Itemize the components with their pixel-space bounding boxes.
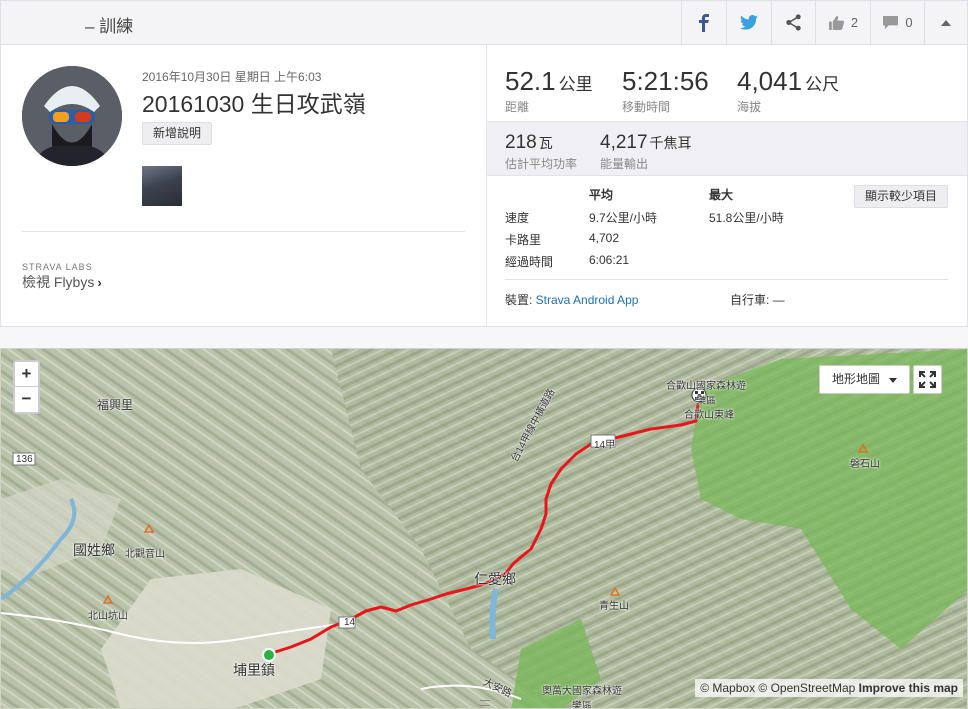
map-label: 青生山 xyxy=(599,601,629,612)
route-map[interactable]: 福興里 136 國姓鄉 北觀音山 北山坑山 埔里鎮 仁愛鄉 青生山 合歡山國家森… xyxy=(0,348,968,709)
divider xyxy=(505,279,948,280)
elevation-label: 海拔 xyxy=(737,100,762,114)
collapse-button[interactable] xyxy=(924,1,967,44)
share-button[interactable] xyxy=(771,1,815,44)
facebook-icon xyxy=(699,13,709,32)
device-label: 裝置: xyxy=(505,293,536,307)
avg-column-header: 平均 xyxy=(589,188,614,202)
elapsed-time-label: 經過時間 xyxy=(505,255,554,269)
comment-button[interactable]: 0 xyxy=(870,1,924,44)
elevation-unit: 公尺 xyxy=(805,75,840,94)
elevation-stat: 4,041 公尺 海拔 xyxy=(737,66,839,115)
activity-date: 2016年10月30日 星期日 上午6:03 xyxy=(142,70,322,84)
divider xyxy=(22,231,465,232)
share-icon xyxy=(786,14,801,31)
chevron-right-icon: › xyxy=(97,275,102,290)
avatar[interactable] xyxy=(22,66,122,166)
map-type-dropdown[interactable]: 地形地圖 xyxy=(819,365,910,394)
road-shield-label: 136 xyxy=(16,454,33,465)
attribution-text[interactable]: © Mapbox © OpenStreetMap xyxy=(700,681,855,695)
map-label: 北山坑山 xyxy=(88,611,128,622)
distance-value: 52.1 xyxy=(505,66,556,96)
elapsed-time-avg: 6:06:21 xyxy=(589,253,630,267)
fullscreen-button[interactable] xyxy=(913,365,942,394)
map-label: 埔里鎮 xyxy=(233,662,275,678)
map-label: 合歡山東峰 xyxy=(684,410,734,421)
flybys-link[interactable]: 檢視 Flybys › xyxy=(22,272,102,292)
secondary-stats: 218 瓦 估計平均功率 4,217 千焦耳 能量輸出 xyxy=(487,121,967,176)
strava-labs-tag: STRAVA LABS xyxy=(22,262,93,272)
flybys-label: 檢視 Flybys xyxy=(22,274,95,290)
facebook-share-button[interactable] xyxy=(681,1,726,44)
map-label: 國姓鄉 xyxy=(73,542,115,558)
power-value: 218 xyxy=(505,132,537,153)
distance-label: 距離 xyxy=(505,100,530,114)
map-label: 福興里 xyxy=(97,398,134,412)
activity-summary: 2016年10月30日 星期日 上午6:03 20161030 生日攻武嶺 新增… xyxy=(0,44,968,327)
calories-label: 卡路里 xyxy=(505,233,542,247)
kudos-button[interactable]: 2 xyxy=(815,1,870,44)
bike-info: 自行車: — xyxy=(730,293,785,307)
twitter-icon xyxy=(740,15,758,30)
road-shield-label: 14甲 xyxy=(594,440,616,451)
speed-label: 速度 xyxy=(505,211,530,225)
power-unit: 瓦 xyxy=(538,135,553,151)
activity-name: 20161030 生日攻武嶺 xyxy=(142,91,366,117)
terrain-map-canvas xyxy=(1,349,967,708)
vertical-divider xyxy=(486,45,487,326)
activity-header: – 訓練 2 0 xyxy=(0,0,968,45)
caret-down-icon xyxy=(889,378,897,383)
zoom-in-button[interactable]: + xyxy=(15,362,38,387)
map-attribution: © Mapbox © OpenStreetMap Improve this ma… xyxy=(695,679,963,697)
power-label: 估計平均功率 xyxy=(505,157,578,171)
power-stat: 218 瓦 估計平均功率 xyxy=(505,132,577,172)
energy-unit: 千焦耳 xyxy=(649,135,692,151)
header-actions: 2 0 xyxy=(681,1,967,44)
max-column-header: 最大 xyxy=(709,188,734,202)
distance-stat: 52.1 公里 距離 xyxy=(505,66,593,115)
fullscreen-icon xyxy=(919,371,936,388)
road-shield-label: 14 xyxy=(344,617,356,628)
device-link[interactable]: Strava Android App xyxy=(536,293,639,307)
resize-grip-icon[interactable] xyxy=(480,700,490,706)
elevation-value: 4,041 xyxy=(737,66,803,96)
map-label: 合歡山國家森林遊樂區 xyxy=(666,381,746,407)
comment-icon xyxy=(883,15,899,30)
twitter-share-button[interactable] xyxy=(726,1,771,44)
device-info: 裝置: Strava Android App xyxy=(505,291,638,308)
speed-max: 51.8公里/小時 xyxy=(709,211,784,225)
energy-stat: 4,217 千焦耳 能量輸出 xyxy=(600,132,692,172)
collapse-up-icon xyxy=(941,20,951,26)
moving-time-value: 5:21:56 xyxy=(622,66,709,96)
energy-value: 4,217 xyxy=(600,132,648,153)
moving-time-label: 移動時間 xyxy=(622,100,671,114)
kudos-count: 2 xyxy=(850,15,859,30)
comment-count: 0 xyxy=(905,15,913,30)
activity-type-title: – 訓練 xyxy=(85,17,134,36)
map-label: 磐石山 xyxy=(850,459,880,470)
thumbs-up-icon xyxy=(828,15,844,30)
distance-unit: 公里 xyxy=(558,75,593,94)
energy-label: 能量輸出 xyxy=(600,157,649,171)
improve-map-link[interactable]: Improve this map xyxy=(859,681,958,695)
map-label: 奧萬大國家森林遊樂區 xyxy=(542,686,622,709)
show-less-button[interactable]: 顯示較少項目 xyxy=(854,185,949,208)
speed-avg: 9.7公里/小時 xyxy=(589,211,658,225)
calories-avg: 4,702 xyxy=(589,231,620,245)
map-label: 北觀音山 xyxy=(125,549,165,560)
add-description-button[interactable]: 新增說明 xyxy=(142,122,213,145)
activity-photo-thumbnail[interactable] xyxy=(142,166,182,206)
map-type-label: 地形地圖 xyxy=(832,372,881,386)
map-label: 仁愛鄉 xyxy=(474,571,516,587)
zoom-out-button[interactable]: − xyxy=(15,387,38,412)
zoom-control: + − xyxy=(13,360,40,414)
moving-time-stat: 5:21:56 移動時間 xyxy=(622,66,709,115)
avatar-photo xyxy=(22,66,122,166)
